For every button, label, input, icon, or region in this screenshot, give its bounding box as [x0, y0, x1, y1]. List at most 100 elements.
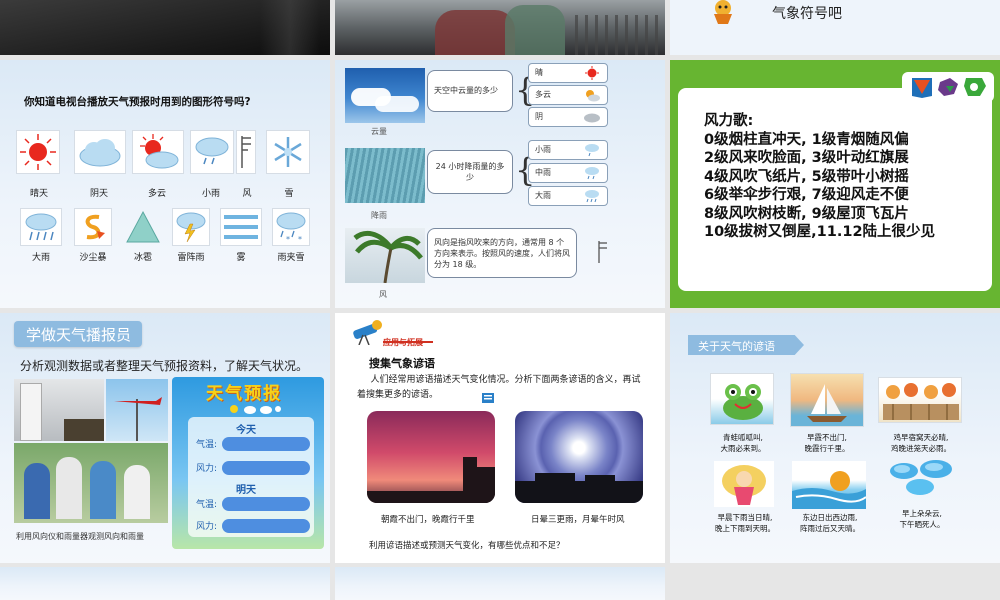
icon-overcast: [74, 130, 126, 174]
slide-thumb-next-2[interactable]: [335, 567, 665, 600]
photo-weather-station: [14, 379, 104, 441]
cloud-icon: [584, 113, 600, 123]
proverbs-title: 关于天气的谚语: [698, 340, 775, 353]
today-wind-label: 风力:: [196, 464, 218, 474]
today-temp-field[interactable]: [222, 437, 310, 451]
sun-cloud-icon: [140, 134, 179, 169]
photo-sunset-clouds: [367, 411, 495, 503]
cloud-opt-overcast: 阴: [528, 107, 608, 127]
tomorrow-wind-field[interactable]: [222, 519, 310, 533]
svg-text:*: *: [298, 235, 302, 244]
icon-snow: [266, 130, 310, 174]
photo2-caption: 日晕三更雨，月晕午时风: [531, 515, 625, 525]
light-rain-icon: [195, 137, 229, 165]
book-icon: [482, 393, 494, 403]
label-sleet: 雨夹雪: [277, 253, 305, 263]
today-temp-label: 气温:: [196, 440, 218, 450]
wind-photo: [345, 228, 425, 284]
slide-thumb-collect-proverbs[interactable]: 应用与拓展 搜集气象谚语 人们经常用谚语描述天气变化情况。分析下面两条谚语的含义…: [335, 313, 665, 563]
wind-desc-bubble: 风向是指风吹来的方向，通常用 8 个方向来表示。按照风的速度，人们将风分为 18…: [427, 228, 577, 278]
tomorrow-label: 明天: [236, 485, 256, 496]
moderate-rain-icon: [585, 167, 599, 180]
slide-thumb-wind-force-song[interactable]: 风力歌: 0级烟柱直冲天, 1级青烟随风偏 2级风来吹脸面, 3级叶动红旗展 4…: [670, 60, 1000, 308]
icon-sandstorm: [74, 208, 112, 246]
wind-song-line-4: 6级举伞步行艰, 7级迎风走不便: [704, 187, 909, 203]
tomorrow-temp-field[interactable]: [222, 497, 310, 511]
icon-light-rain: [190, 130, 234, 174]
snowflake-icon: [274, 137, 302, 167]
heavy-rain-icon: [25, 213, 57, 241]
wind-song-line-6: 10级拔树又倒屋,11.12陆上很少见: [704, 224, 936, 240]
proverb-img-chickens: [878, 377, 962, 423]
proverb-text-5: 东边日出西边雨, 阵雨过后又天晴。: [800, 513, 860, 533]
wind-vane-icon: [114, 397, 162, 441]
photo-wind-vane: [106, 379, 168, 441]
proverb-img-boat: [790, 373, 864, 427]
wind-caption: 风: [379, 290, 387, 299]
tomorrow-temp-label: 气温:: [196, 500, 218, 510]
slide-thumb-next-1[interactable]: [0, 567, 330, 600]
wind-song-line-2: 2级风来吹脸面, 3级叶动红旗展: [704, 150, 909, 166]
mascot-icon: [714, 0, 732, 24]
slide-thumb-cloud-rain-wind[interactable]: 云量 天空中云量的多少 { 晴 多云 阴 降雨 24 小时降雨量的多少 { 小雨…: [335, 60, 665, 308]
light-rain-icon: [585, 144, 599, 157]
slide-thumb-symbols-title[interactable]: 气象符号吧: [670, 0, 1000, 55]
sandstorm-icon: [85, 214, 105, 240]
wind-song-line-5: 8级风吹树枝断, 9级屋顶飞瓦片: [704, 205, 909, 222]
symbols-question: 你知道电视台播放天气预报时用到的图形符号吗?: [24, 96, 251, 108]
label-hail: 冰雹: [133, 253, 152, 263]
thunderstorm-icon: [176, 212, 206, 243]
rain-opt-heavy: 大雨: [528, 186, 608, 206]
icon-sleet: * *: [272, 208, 310, 246]
wind-flag-icon: [598, 241, 607, 263]
wind-desc-text: 风向是指风吹来的方向，通常用 8 个方向来表示。按照风的速度，人们将风分为 18…: [434, 238, 570, 270]
icon-partly-cloudy: [132, 130, 184, 174]
photo-kids-observing: [14, 443, 168, 523]
sailboat-icon: [807, 384, 847, 422]
cloud-desc-bubble: 天空中云量的多少: [427, 70, 513, 112]
reporter-caption: 利用风向仪和雨量器观测风向和雨量: [16, 532, 144, 541]
reporter-title: 学做天气播报员: [26, 326, 132, 344]
today-wind-field[interactable]: [222, 461, 310, 475]
telescope-icon: [353, 320, 382, 345]
mini-weather-icons: [230, 405, 281, 414]
wind-flag-icon: [241, 136, 251, 168]
forecast-board: 天气预报 今天 气温: 风力: 明天 气温: 风力:: [172, 377, 324, 549]
slide-thumb-road[interactable]: [0, 0, 330, 55]
rain-photo: [345, 148, 425, 203]
slide-thumb-storm-people[interactable]: [335, 0, 665, 55]
proverb-img-frog: [710, 373, 774, 425]
label-thunderstorm: 雷阵雨: [177, 253, 205, 263]
wind-song-line-3: 4级风吹飞纸片, 5级带叶小树摇: [704, 168, 909, 185]
label-overcast: 阴天: [89, 189, 108, 199]
wind-song-text: 风力歌: 0级烟柱直冲天, 1级青烟随风偏 2级风来吹脸面, 3级叶动红旗展 4…: [704, 112, 935, 242]
cloud-desc-text: 天空中云量的多少: [434, 86, 498, 95]
slide-thumb-weather-reporter[interactable]: 学做天气播报员 分析观测数据或者整理天气预报资料，了解天气状况。 利用风向仪和雨…: [0, 313, 330, 563]
rain-desc-bubble: 24 小时降雨量的多少: [427, 150, 513, 194]
forecast-board-title: 天气预报: [206, 384, 282, 404]
chicken-coop-icon: [883, 383, 959, 420]
slide-thumb-weather-proverbs[interactable]: 关于天气的谚语 青蛙呱呱叫, 大雨必来到。 早霞不出门, 晚霞行千里。 鸡早宿窝…: [670, 313, 1000, 563]
collect-heading: 搜集气象谚语: [369, 357, 435, 370]
fog-icon: [224, 215, 258, 239]
rain-opt-light: 小雨: [528, 140, 608, 160]
girl-umbrella-icon: [722, 465, 766, 505]
hail-triangle-icon: [126, 210, 160, 243]
sleet-icon: * *: [276, 212, 306, 244]
tomorrow-wind-label: 风力:: [196, 522, 218, 532]
proverb-img-girl-rain: [714, 461, 774, 507]
cloud-caption: 云量: [371, 127, 387, 136]
photo-sun-halo: [515, 411, 643, 503]
cloud-photo: [345, 68, 425, 123]
clouds-icon: [890, 460, 952, 495]
wind-song-line-1: 0级烟柱直冲天, 1级青烟随风偏: [704, 131, 909, 148]
expand-tag: 应用与拓展: [383, 330, 433, 347]
slide-thumb-weather-symbols[interactable]: 你知道电视台播放天气预报时用到的图形符号吗? 晴天 阴天 多云 小雨 风 雪 *…: [0, 60, 330, 308]
proverb-text-1: 青蛙呱呱叫, 大雨必来到。: [720, 433, 766, 453]
label-sunny: 晴天: [29, 189, 48, 199]
label-partly-cloudy: 多云: [147, 189, 166, 199]
sun-icon: [20, 134, 56, 170]
proverb-img-clouds: [884, 457, 960, 501]
sun-icon: [585, 66, 599, 80]
proverb-text-2: 早霞不出门, 晚霞行千里。: [804, 433, 850, 453]
